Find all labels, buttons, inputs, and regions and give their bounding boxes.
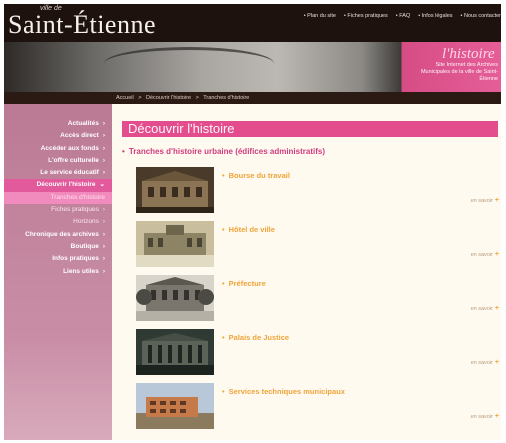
sidebar-item-label: L'offre culturelle bbox=[48, 156, 99, 164]
nav-nous-contacter[interactable]: • Nous contacter bbox=[461, 13, 501, 19]
sidebar-item-infos-pratiques[interactable]: Infos pratiques › bbox=[4, 253, 112, 265]
page-title: Découvrir l'histoire bbox=[122, 121, 498, 137]
chevron-right-icon: › bbox=[102, 218, 105, 226]
item-title[interactable]: • Bourse du travail bbox=[222, 171, 290, 180]
sidebar-item-label: Découvrir l'histoire bbox=[36, 181, 96, 189]
sidebar-item-label: Chronique des archives bbox=[25, 230, 99, 238]
sidebar-menu: Actualités › Accès direct › Accéder aux fo… bbox=[4, 104, 112, 278]
chevron-right-icon: › bbox=[102, 255, 105, 263]
chevron-right-icon: › bbox=[102, 230, 105, 238]
nav-plan-du-site[interactable]: • Plan du site bbox=[304, 13, 336, 19]
breadcrumb-current: Tranches d'histoire bbox=[203, 95, 250, 101]
chevron-right-icon: › bbox=[102, 169, 105, 177]
bullet-icon: • bbox=[222, 225, 225, 234]
list-item: • Services techniques municipaux en savoi… bbox=[136, 383, 499, 433]
list-item: • Bourse du travail en savoir + bbox=[136, 167, 499, 217]
sidebar-item-label: Tranches d'histoire bbox=[50, 193, 105, 201]
list-item: • Palais de Justice en savoir + bbox=[136, 329, 499, 379]
banner-title: l'histoire bbox=[442, 46, 495, 62]
chevron-right-icon: › bbox=[102, 242, 105, 250]
sidebar-item-acces-direct[interactable]: Accès direct › bbox=[4, 130, 112, 142]
plus-icon: + bbox=[494, 413, 499, 420]
chevron-right-icon: › bbox=[102, 132, 105, 140]
site-logo[interactable]: Saint-Étienne bbox=[8, 10, 156, 40]
banner-photo bbox=[104, 47, 274, 80]
sidebar-item-offre-culturelle[interactable]: L'offre culturelle › bbox=[4, 155, 112, 167]
plus-icon: + bbox=[494, 305, 499, 312]
nav-infos-legales[interactable]: • Infos légales bbox=[418, 13, 452, 19]
top-navigation: • Plan du site • Fiches pratiques • FAQ … bbox=[304, 13, 501, 19]
more-link[interactable]: en savoir + bbox=[471, 413, 499, 420]
sidebar-item-label: Boutique bbox=[70, 242, 99, 250]
chevron-right-icon: › bbox=[102, 144, 105, 152]
sidebar-subitem-horizons[interactable]: Horizons › bbox=[4, 216, 112, 228]
nav-fiches-pratiques[interactable]: • Fiches pratiques bbox=[344, 13, 388, 19]
bourse-du-travail-photo[interactable] bbox=[136, 167, 214, 213]
header-banner: l'histoire Site Internet des Archives Mu… bbox=[4, 42, 501, 92]
breadcrumb: Accueil > Découvrir l'histoire > Tranche… bbox=[4, 92, 501, 104]
item-title[interactable]: • Hôtel de ville bbox=[222, 225, 275, 234]
breadcrumb-separator: > bbox=[195, 95, 199, 101]
plus-icon: + bbox=[494, 359, 499, 366]
sidebar: Actualités › Accès direct › Accéder aux fo… bbox=[4, 104, 112, 440]
more-link[interactable]: en savoir + bbox=[471, 197, 499, 204]
services-techniques-photo[interactable] bbox=[136, 383, 214, 429]
sidebar-item-label: Accéder aux fonds bbox=[40, 144, 99, 152]
sidebar-item-boutique[interactable]: Boutique › bbox=[4, 241, 112, 253]
banner-subtitle: Site Internet des Archives Municipales d… bbox=[420, 62, 498, 82]
sidebar-item-actualites[interactable]: Actualités › bbox=[4, 118, 112, 130]
sidebar-item-label: Le service éducatif bbox=[40, 169, 99, 177]
bullet-icon: • bbox=[222, 333, 225, 342]
chevron-right-icon: › bbox=[102, 267, 105, 275]
chevron-down-icon: ⌄ bbox=[99, 181, 105, 189]
bullet-icon: • bbox=[222, 387, 225, 396]
plus-icon: + bbox=[494, 251, 499, 258]
nav-faq[interactable]: • FAQ bbox=[396, 13, 410, 19]
list-item: • Préfecture en savoir + bbox=[136, 275, 499, 325]
item-title[interactable]: • Services techniques municipaux bbox=[222, 387, 345, 396]
sidebar-subitem-fiches-pratiques[interactable]: Fiches pratiques › bbox=[4, 204, 112, 216]
section-heading-text: Tranches d'histoire urbaine (édifices ad… bbox=[128, 147, 325, 156]
list-item: • Hôtel de ville en savoir + bbox=[136, 221, 499, 271]
sidebar-item-acceder-aux-fonds[interactable]: Accéder aux fonds › bbox=[4, 143, 112, 155]
bullet-icon: • bbox=[122, 147, 125, 156]
page-frame: ville de Saint-Étienne • Plan du site • … bbox=[4, 4, 501, 440]
sidebar-item-label: Infos pratiques bbox=[52, 255, 99, 263]
sidebar-item-label: Accès direct bbox=[60, 132, 99, 140]
item-title[interactable]: • Palais de Justice bbox=[222, 333, 289, 342]
chevron-right-icon: › bbox=[102, 156, 105, 164]
chevron-right-icon: › bbox=[102, 120, 105, 127]
prefecture-photo[interactable] bbox=[136, 275, 214, 321]
more-link[interactable]: en savoir + bbox=[471, 359, 499, 366]
sidebar-subitem-tranches-histoire[interactable]: Tranches d'histoire bbox=[4, 191, 112, 205]
sidebar-item-decouvrir-histoire[interactable]: Découvrir l'histoire ⌄ bbox=[4, 179, 112, 192]
main-content: Découvrir l'histoire • Tranches d'histoir… bbox=[112, 104, 501, 440]
breadcrumb-separator: > bbox=[138, 95, 142, 101]
breadcrumb-home[interactable]: Accueil bbox=[116, 95, 134, 101]
sidebar-item-label: Fiches pratiques bbox=[51, 206, 99, 214]
sidebar-item-label: Actualités bbox=[67, 120, 99, 127]
palais-de-justice-photo[interactable] bbox=[136, 329, 214, 375]
sidebar-item-label: Liens utiles bbox=[63, 267, 99, 275]
more-link[interactable]: en savoir + bbox=[471, 251, 499, 258]
sidebar-item-liens-utiles[interactable]: Liens utiles › bbox=[4, 266, 112, 278]
item-title[interactable]: • Préfecture bbox=[222, 279, 266, 288]
plus-icon: + bbox=[494, 197, 499, 204]
breadcrumb-decouvrir[interactable]: Découvrir l'histoire bbox=[146, 95, 191, 101]
more-link[interactable]: en savoir + bbox=[471, 305, 499, 312]
bullet-icon: • bbox=[222, 171, 225, 180]
sidebar-item-service-educatif[interactable]: Le service éducatif › bbox=[4, 167, 112, 179]
sidebar-item-chronique-archives[interactable]: Chronique des archives › bbox=[4, 229, 112, 241]
section-heading: • Tranches d'histoire urbaine (édifices a… bbox=[122, 147, 325, 156]
chevron-right-icon: › bbox=[102, 206, 105, 214]
sidebar-item-label: Horizons bbox=[73, 218, 99, 226]
hotel-de-ville-photo[interactable] bbox=[136, 221, 214, 267]
site-header: ville de Saint-Étienne • Plan du site • … bbox=[4, 4, 501, 42]
bullet-icon: • bbox=[222, 279, 225, 288]
